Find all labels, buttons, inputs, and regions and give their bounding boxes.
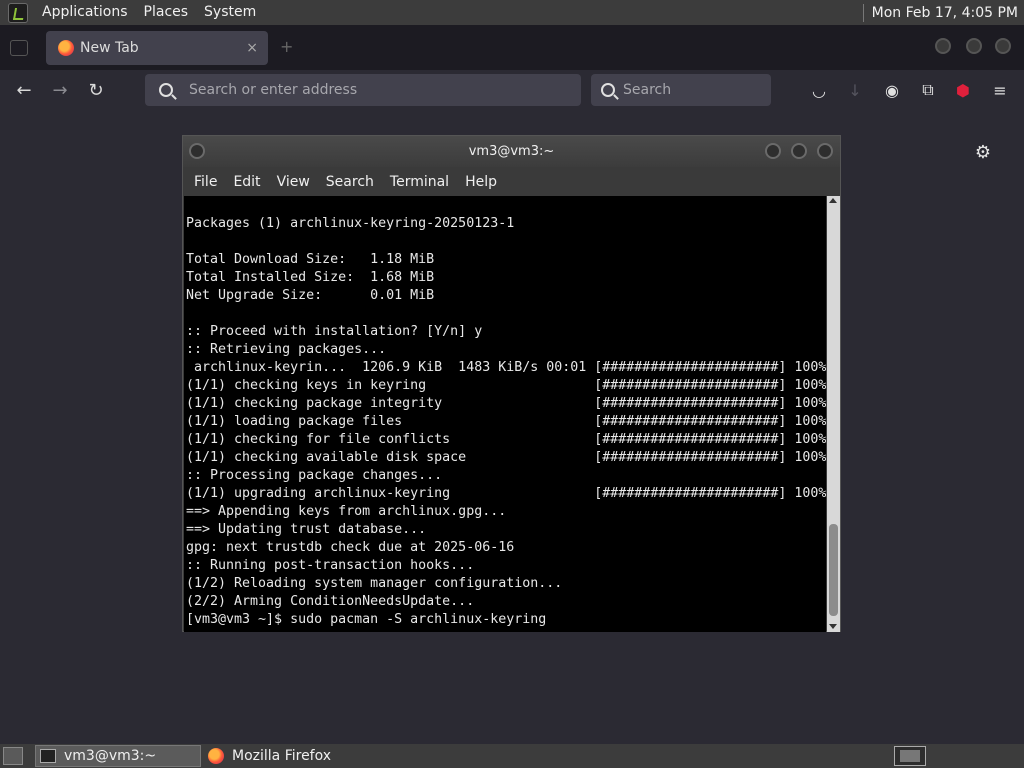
menu-view[interactable]: View	[269, 174, 318, 190]
minimize-window-button[interactable]	[935, 38, 951, 54]
menu-file[interactable]: File	[186, 174, 225, 190]
terminal-line: (1/1) loading package files [###########…	[186, 414, 826, 429]
close-window-button[interactable]	[995, 38, 1011, 54]
terminal-line: (2/2) Arming ConditionNeedsUpdate...	[186, 594, 475, 609]
workspace-switcher[interactable]	[894, 746, 926, 766]
top-panel: Applications Places System Mon Feb 17, 4…	[0, 0, 1024, 25]
terminal-line: [vm3@vm3 ~]$ sudo pacman -S archlinux-ke…	[186, 612, 547, 627]
terminal-line: (1/1) checking available disk space [###…	[186, 450, 826, 465]
clock[interactable]: Mon Feb 17, 4:05 PM	[872, 5, 1024, 21]
menu-terminal[interactable]: Terminal	[382, 174, 457, 190]
scroll-down-arrow-icon[interactable]	[829, 624, 837, 629]
panel-separator	[862, 3, 864, 22]
terminal-titlebar[interactable]: vm3@vm3:~	[183, 136, 840, 167]
maximize-icon[interactable]	[791, 143, 807, 159]
hamburger-menu-icon[interactable]: ≡	[990, 80, 1010, 100]
terminal-line: (1/1) checking for file conflicts [#####…	[186, 432, 826, 447]
address-bar[interactable]: Search or enter address	[145, 74, 581, 106]
scroll-up-arrow-icon[interactable]	[829, 198, 837, 203]
terminal-icon	[40, 749, 56, 763]
terminal-line: (1/2) Reloading system manager configura…	[186, 576, 563, 591]
window-menu-icon[interactable]	[189, 143, 205, 159]
extensions-icon[interactable]: ⧉	[918, 80, 938, 100]
reload-icon[interactable]: ↻	[84, 78, 108, 102]
forward-arrow-icon[interactable]: →	[48, 78, 72, 102]
terminal-window: vm3@vm3:~ File Edit View Search Terminal…	[182, 135, 841, 632]
tab-close-icon[interactable]: ×	[246, 40, 258, 56]
close-icon[interactable]	[817, 143, 833, 159]
bottom-taskbar: vm3@vm3:~ Mozilla Firefox	[0, 744, 1024, 768]
terminal-line: :: Running post-transaction hooks...	[186, 558, 475, 573]
search-icon	[159, 83, 173, 97]
firefox-icon	[208, 748, 224, 764]
downloads-icon[interactable]: ↓	[845, 80, 865, 100]
tab-title: New Tab	[80, 40, 139, 56]
terminal-line: :: Retrieving packages...	[186, 342, 387, 357]
search-icon	[601, 83, 615, 97]
pocket-icon[interactable]: ◡	[809, 80, 829, 100]
terminal-line: Total Installed Size: 1.68 MiB	[186, 270, 435, 285]
applications-menu-icon[interactable]	[8, 2, 28, 23]
menu-system[interactable]: System	[196, 0, 264, 25]
terminal-title: vm3@vm3:~	[468, 144, 555, 159]
account-icon[interactable]: ◉	[882, 80, 902, 100]
terminal-screen[interactable]: Packages (1) archlinux-keyring-20250123-…	[184, 196, 826, 632]
tab-new-tab[interactable]: New Tab ×	[46, 31, 268, 65]
taskbar-item-terminal[interactable]: vm3@vm3:~	[35, 745, 201, 767]
search-bar[interactable]: Search	[591, 74, 771, 106]
search-bar-placeholder: Search	[623, 82, 672, 98]
firefox-tab-bar: New Tab × +	[0, 25, 1024, 70]
maximize-window-button[interactable]	[966, 38, 982, 54]
taskbar-item-label: vm3@vm3:~	[64, 748, 157, 764]
terminal-scrollbar[interactable]	[827, 196, 840, 632]
menu-help[interactable]: Help	[457, 174, 505, 190]
terminal-menubar: File Edit View Search Terminal Help	[183, 167, 840, 196]
list-all-tabs-icon[interactable]	[10, 40, 28, 56]
taskbar-item-firefox[interactable]: Mozilla Firefox	[206, 745, 371, 767]
terminal-line: gpg: next trustdb check due at 2025-06-1…	[186, 540, 515, 555]
terminal-line: ==> Updating trust database...	[186, 522, 427, 537]
terminal-line: Packages (1) archlinux-keyring-20250123-…	[186, 216, 515, 231]
scrollbar-thumb[interactable]	[829, 524, 838, 616]
address-bar-placeholder: Search or enter address	[189, 82, 358, 98]
gear-icon[interactable]: ⚙	[972, 141, 994, 163]
terminal-line: (1/1) checking keys in keyring [########…	[186, 378, 826, 393]
terminal-line: ==> Appending keys from archlinux.gpg...	[186, 504, 507, 519]
back-arrow-icon[interactable]: ←	[12, 78, 36, 102]
taskbar-item-label: Mozilla Firefox	[232, 748, 332, 764]
menu-places[interactable]: Places	[136, 0, 197, 25]
new-tab-plus-icon[interactable]: +	[280, 37, 293, 56]
terminal-line: (1/1) upgrading archlinux-keyring [#####…	[186, 486, 826, 501]
terminal-line: (1/1) checking package integrity [######…	[186, 396, 826, 411]
terminal-output: Packages (1) archlinux-keyring-20250123-…	[184, 196, 826, 629]
ublock-origin-icon[interactable]: ⬢	[953, 80, 973, 100]
menu-edit[interactable]: Edit	[225, 174, 268, 190]
firefox-icon	[58, 40, 74, 56]
terminal-line: archlinux-keyrin... 1206.9 KiB 1483 KiB/…	[186, 360, 826, 375]
terminal-line: Total Download Size: 1.18 MiB	[186, 252, 435, 267]
terminal-line: :: Proceed with installation? [Y/n] y	[186, 324, 483, 339]
terminal-line: Net Upgrade Size: 0.01 MiB	[186, 288, 435, 303]
menu-search[interactable]: Search	[318, 174, 382, 190]
minimize-icon[interactable]	[765, 143, 781, 159]
menu-applications[interactable]: Applications	[34, 0, 136, 25]
show-desktop-icon[interactable]	[3, 747, 23, 765]
terminal-line: :: Processing package changes...	[186, 468, 443, 483]
